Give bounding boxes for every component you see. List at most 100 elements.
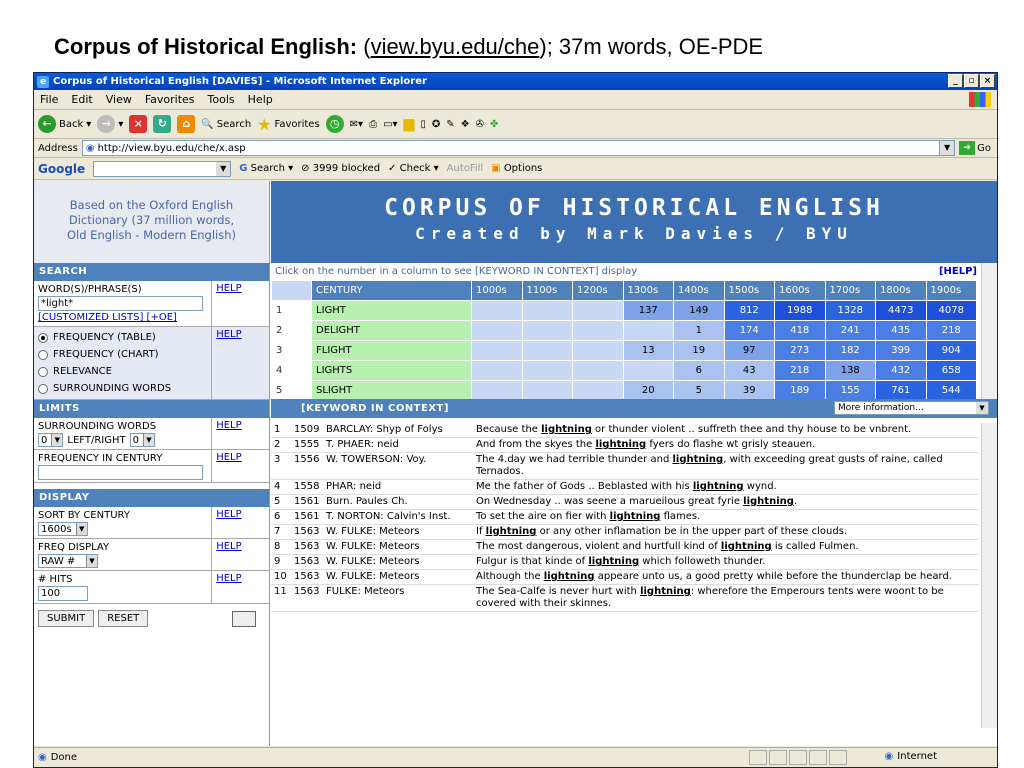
home-icon[interactable]: ⌂ [177, 115, 196, 133]
maximize-button[interactable]: ▫ [964, 74, 979, 88]
tool-icon[interactable]: ✎ [446, 119, 454, 130]
print-icon[interactable]: ⎙ [369, 119, 377, 130]
minimize-button[interactable]: _ [948, 74, 963, 88]
options-button[interactable]: ▣ Options [491, 163, 542, 174]
word-cell[interactable]: LIGHTS [311, 360, 472, 381]
century-col-header[interactable]: 1700s [824, 280, 876, 301]
help-link[interactable]: HELP [211, 450, 269, 482]
radio-relevance[interactable]: RELEVANCE [38, 363, 207, 380]
kwic-keyword[interactable]: lightning [541, 424, 592, 435]
century-col-header[interactable]: 1000s [471, 280, 523, 301]
google-logo[interactable]: Google [38, 162, 85, 176]
frequency-cell[interactable]: 218 [925, 320, 977, 341]
menu-edit[interactable]: Edit [71, 93, 92, 106]
slide-title-link[interactable]: view.byu.edu/che [371, 34, 540, 59]
frequency-scrollbar[interactable] [981, 263, 997, 399]
frequency-cell[interactable]: 658 [925, 360, 977, 381]
century-col-header[interactable]: 1800s [875, 280, 927, 301]
help-link[interactable]: HELP [211, 327, 269, 399]
kwic-source[interactable]: W. FULKE: Meteors [323, 569, 473, 585]
frequency-cell[interactable]: 904 [925, 340, 977, 361]
frequency-cell[interactable]: 20 [622, 380, 674, 399]
mail-icon[interactable]: ✉▾ [350, 119, 363, 130]
folder-icon[interactable]: ▆ [404, 116, 415, 132]
frequency-cell[interactable]: 174 [723, 320, 775, 341]
more-information-select[interactable]: More information... ▼ [834, 401, 989, 415]
google-search-button[interactable]: G Search ▾ [239, 163, 293, 174]
research-icon[interactable]: ❖ [461, 119, 470, 130]
frequency-cell[interactable]: 544 [925, 380, 977, 399]
kwic-source[interactable]: PHAR: neid [323, 479, 473, 495]
help-link[interactable]: HELP [211, 539, 269, 570]
spell-check-button[interactable]: ✓ Check ▾ [388, 163, 439, 174]
kwic-keyword[interactable]: lightning [595, 439, 646, 450]
frequency-cell[interactable]: 4473 [875, 300, 927, 321]
kwic-source[interactable]: BARCLAY: Shyp of Folys [323, 423, 473, 438]
menu-view[interactable]: View [106, 93, 132, 106]
submit-button[interactable]: SUBMIT [38, 610, 95, 627]
help-link[interactable]: HELP [211, 571, 269, 603]
kwic-source[interactable]: FULKE: Meteors [323, 584, 473, 612]
kwic-scrollbar[interactable] [981, 423, 997, 728]
kwic-keyword[interactable]: lightning [672, 454, 723, 465]
century-col-header[interactable]: 1900s [925, 280, 977, 301]
freq-display-select[interactable]: RAW # ▼ [38, 554, 98, 568]
century-col-header[interactable]: 1100s [521, 280, 573, 301]
left-span-select[interactable]: 0 ▼ [38, 433, 64, 447]
color-swatch[interactable] [232, 610, 257, 627]
frequency-cell[interactable]: 273 [774, 340, 826, 361]
customized-lists-link[interactable]: [CUSTOMIZED LISTS] [+OE] [38, 311, 207, 324]
word-cell[interactable]: LIGHT [311, 300, 472, 321]
kwic-keyword[interactable]: lightning [743, 496, 794, 507]
stop-icon[interactable]: × [129, 115, 148, 133]
word-cell[interactable]: DELIGHT [311, 320, 472, 341]
radio-frequency-table[interactable]: FREQUENCY (TABLE) [38, 329, 207, 346]
frequency-cell[interactable]: 149 [673, 300, 725, 321]
century-col-header[interactable]: 1200s [572, 280, 624, 301]
messenger-icon[interactable]: ✪ [432, 119, 440, 130]
frequency-cell[interactable]: 13 [622, 340, 674, 361]
radio-surrounding-words[interactable]: SURROUNDING WORDS [38, 380, 207, 397]
kwic-keyword[interactable]: lightning [721, 541, 772, 552]
forward-button[interactable]: → ▾ [97, 115, 123, 133]
kwic-keyword[interactable]: lightning [640, 586, 691, 597]
word-cell[interactable]: FLIGHT [311, 340, 472, 361]
edit-icon[interactable]: ▭▾ [383, 119, 397, 130]
frequency-cell[interactable]: 1 [673, 320, 725, 341]
frequency-cell[interactable]: 432 [875, 360, 927, 381]
hits-input[interactable]: 100 [38, 586, 88, 601]
kwic-keyword[interactable]: lightning [610, 511, 661, 522]
kwic-source[interactable]: T. NORTON: Calvin's Inst. [323, 509, 473, 525]
back-button[interactable]: ← Back ▾ [38, 115, 91, 133]
menu-favorites[interactable]: Favorites [145, 93, 195, 106]
favorites-button[interactable]: ★ Favorites [257, 115, 320, 134]
bicycle-icon[interactable]: ✇ [476, 119, 484, 130]
address-input[interactable]: ◉ http://view.byu.edu/che/x.asp ▼ [81, 140, 956, 156]
frequency-cell[interactable]: 182 [824, 340, 876, 361]
kwic-keyword[interactable]: lightning [486, 526, 537, 537]
frequency-cell[interactable]: 1988 [774, 300, 826, 321]
frequency-cell[interactable]: 241 [824, 320, 876, 341]
frequency-cell[interactable]: 435 [875, 320, 927, 341]
plugin-icon[interactable]: ✤ [490, 119, 498, 130]
close-button[interactable]: × [980, 74, 995, 88]
address-dropdown-icon[interactable]: ▼ [939, 141, 955, 155]
go-button[interactable]: ➜ Go [959, 141, 991, 155]
history-icon[interactable]: ◷ [325, 115, 344, 133]
google-dropdown-icon[interactable]: ▼ [216, 161, 231, 176]
menu-help[interactable]: Help [248, 93, 273, 106]
frequency-cell[interactable]: 189 [774, 380, 826, 399]
sort-century-select[interactable]: 1600s ▼ [38, 522, 88, 536]
kwic-keyword[interactable]: lightning [544, 571, 595, 582]
kwic-source[interactable]: W. FULKE: Meteors [323, 524, 473, 540]
help-link[interactable]: HELP [211, 281, 269, 326]
frequency-cell[interactable]: 418 [774, 320, 826, 341]
frequency-cell[interactable]: 5 [673, 380, 725, 399]
frequency-cell[interactable]: 19 [673, 340, 725, 361]
century-col-header[interactable]: 1400s [673, 280, 725, 301]
kwic-source[interactable]: W. FULKE: Meteors [323, 539, 473, 555]
word-cell[interactable]: SLIGHT [311, 380, 472, 399]
right-span-select[interactable]: 0 ▼ [129, 433, 155, 447]
century-col-header[interactable]: 1500s [723, 280, 775, 301]
century-col-header[interactable]: 1600s [774, 280, 826, 301]
